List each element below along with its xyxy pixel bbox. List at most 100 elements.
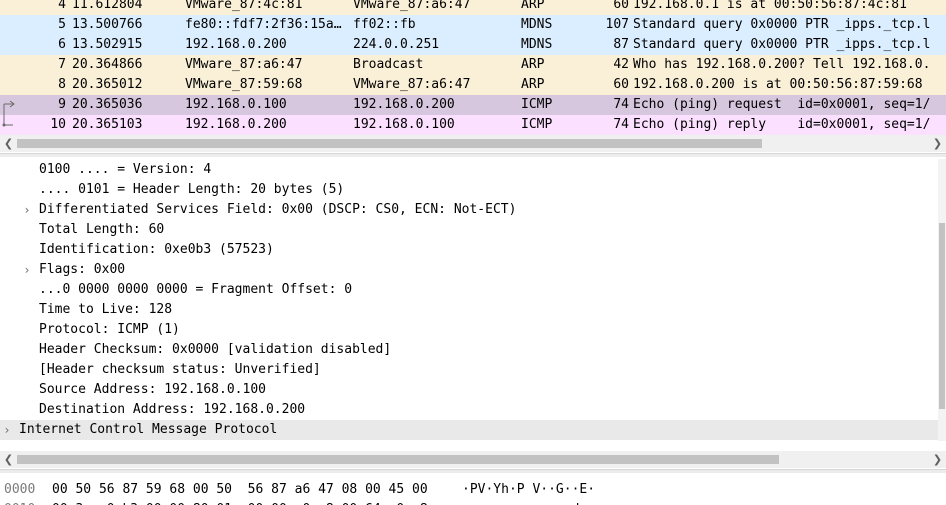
packet-time: 20.364866 (72, 57, 143, 72)
tree-item[interactable]: Destination Address: 192.168.0.200 (0, 400, 938, 420)
packet-destination: 192.168.0.100 (353, 117, 455, 132)
packet-length: 42 (613, 57, 629, 72)
packet-details-tree[interactable]: 0100 .... = Version: 4 .... 0101 = Header… (0, 159, 938, 441)
tree-item[interactable]: Total Length: 60 (0, 220, 938, 240)
packet-source: VMware_87:59:68 (185, 77, 303, 92)
packet-time: 20.365036 (72, 97, 143, 112)
packet-time: 11.612804 (72, 0, 143, 12)
packet-source: 192.168.0.200 (185, 117, 287, 132)
tree-item-label: Total Length: 60 (39, 222, 165, 237)
pane-splitter[interactable] (0, 469, 946, 473)
tree-item-label: Destination Address: 192.168.0.200 (39, 402, 306, 417)
chevron-left-icon[interactable]: ❮ (0, 135, 17, 152)
packet-time: 13.502915 (72, 37, 143, 52)
tree-item[interactable]: [Header checksum status: Unverified] (0, 360, 938, 380)
packet-protocol: ICMP (521, 97, 553, 112)
tree-item-label: Identification: 0xe0b3 (57523) (39, 242, 274, 257)
tree-item-label: Differentiated Services Field: 0x00 (DSC… (39, 202, 517, 217)
byte-ascii[interactable]: ·PV·Yh·P V··G··E· (462, 480, 595, 500)
tree-item[interactable]: .... 0101 = Header Length: 20 bytes (5) (0, 180, 938, 200)
chevron-left-icon[interactable]: ❮ (0, 451, 17, 468)
packet-row[interactable]: 6 13.502915 192.168.0.200 224.0.0.251 MDNS 87… (0, 35, 946, 55)
byte-hex[interactable]: 00 3c e0 b3 00 00 80 01 00 00 c0 a8 00 6… (52, 500, 428, 505)
packet-list[interactable]: 4 11.612804 VMware_87:4c:81 VMware_87:a6:47… (0, 0, 946, 135)
packet-info: 192.168.0.1 is at 00:50:56:87:4c:81 (633, 0, 907, 12)
packet-length: 74 (613, 117, 629, 132)
tree-item[interactable]: 0100 .... = Version: 4 (0, 160, 938, 180)
tree-item[interactable]: Time to Live: 128 (0, 300, 938, 320)
packet-destination: ff02::fb (353, 17, 416, 32)
scrollbar-thumb[interactable] (17, 455, 779, 464)
packet-info: 192.168.0.200 is at 00:50:56:87:59:68 (633, 77, 923, 92)
chevron-right-icon[interactable]: › (21, 260, 33, 280)
packet-protocol: ARP (521, 0, 545, 12)
packet-protocol: ICMP (521, 117, 553, 132)
chevron-right-icon[interactable]: › (21, 200, 33, 220)
packet-number: 5 (58, 17, 66, 32)
packet-source: fe80::fdf7:2f36:15a… (185, 17, 342, 32)
packet-row[interactable]: 5 13.500766 fe80::fdf7:2f36:15a… ff02::fb MD… (0, 15, 946, 35)
chevron-right-icon[interactable]: › (1, 420, 13, 440)
tree-item-label: .... 0101 = Header Length: 20 bytes (5) (39, 182, 345, 197)
packet-number: 4 (58, 0, 66, 12)
packet-source: 192.168.0.100 (185, 97, 287, 112)
packet-length: 87 (613, 37, 629, 52)
packet-row[interactable]: 4 11.612804 VMware_87:4c:81 VMware_87:a6:47… (0, 0, 946, 15)
packet-details-horizontal-scrollbar[interactable]: ❮ ❯ (0, 451, 946, 468)
packet-row[interactable]: 8 20.365012 VMware_87:59:68 VMware_87:a6:47… (0, 75, 946, 95)
packet-time: 13.500766 (72, 17, 143, 32)
tree-item[interactable]: Identification: 0xe0b3 (57523) (0, 240, 938, 260)
packet-destination: VMware_87:a6:47 (353, 77, 471, 92)
packet-row[interactable]: 7 20.364866 VMware_87:a6:47 Broadcast ARP 42 W… (0, 55, 946, 75)
tree-item-label: Time to Live: 128 (39, 302, 173, 317)
related-packet-icon (0, 115, 16, 135)
packet-protocol: ARP (521, 77, 545, 92)
packet-list-horizontal-scrollbar[interactable]: ❮ ❯ (0, 135, 946, 152)
tree-item-label: Header Checksum: 0x0000 [validation disa… (39, 342, 392, 357)
packet-number: 8 (58, 77, 66, 92)
packet-destination: Broadcast (353, 57, 424, 72)
packet-bytes[interactable]: 0000 00 50 56 87 59 68 00 50 56 87 a6 47 … (0, 476, 946, 505)
scrollbar-thumb[interactable] (939, 223, 945, 409)
packet-details-vertical-scrollbar[interactable] (938, 159, 946, 441)
pane-splitter[interactable] (0, 153, 946, 157)
byte-hex[interactable]: 00 50 56 87 59 68 00 50 56 87 a6 47 08 0… (52, 480, 428, 500)
related-packet-icon (0, 95, 16, 115)
packet-info: Standard query 0x0000 PTR _ipps._tcp.l (633, 17, 931, 32)
packet-info: Echo (ping) reply id=0x0001, seq=1/ (633, 117, 931, 132)
tree-item[interactable]: Source Address: 192.168.0.100 (0, 380, 938, 400)
tree-item-label: Internet Control Message Protocol (19, 422, 278, 437)
chevron-right-icon[interactable]: ❯ (929, 135, 946, 152)
scrollbar-thumb[interactable] (17, 139, 762, 148)
packet-row[interactable]: 9 20.365036 192.168.0.100 192.168.0.200 ICMP… (0, 95, 946, 115)
tree-item[interactable]: Header Checksum: 0x0000 [validation disa… (0, 340, 938, 360)
tree-item[interactable]: Protocol: ICMP (1) (0, 320, 938, 340)
tree-item-label: Flags: 0x00 (39, 262, 126, 277)
packet-row[interactable]: 10 20.365103 192.168.0.200 192.168.0.100 ICM… (0, 115, 946, 135)
packet-protocol: MDNS (521, 17, 553, 32)
bytes-row[interactable]: 0010 00 3c e0 b3 00 00 80 01 00 00 c0 a8 … (0, 500, 946, 505)
tree-item-label: Protocol: ICMP (1) (39, 322, 180, 337)
packet-protocol: ARP (521, 57, 545, 72)
bytes-row[interactable]: 0000 00 50 56 87 59 68 00 50 56 87 a6 47 … (0, 480, 946, 500)
chevron-right-icon[interactable]: ❯ (929, 451, 946, 468)
packet-length: 60 (613, 0, 629, 12)
byte-offset: 0000 (4, 482, 36, 497)
packet-length: 107 (605, 17, 629, 32)
packet-info: Standard query 0x0000 PTR _ipps._tcp.l (633, 37, 931, 52)
packet-destination: VMware_87:a6:47 (353, 0, 471, 12)
packet-protocol: MDNS (521, 37, 553, 52)
tree-item-expandable[interactable]: › Internet Control Message Protocol (0, 420, 938, 440)
byte-ascii[interactable]: ·<······ ·····d·· (462, 500, 595, 505)
packet-number: 6 (58, 37, 66, 52)
tree-item-expandable[interactable]: › Flags: 0x00 (0, 260, 938, 280)
packet-info: Echo (ping) request id=0x0001, seq=1/ (633, 97, 931, 112)
packet-destination: 192.168.0.200 (353, 97, 455, 112)
packet-number: 7 (58, 57, 66, 72)
packet-destination: 224.0.0.251 (353, 37, 440, 52)
tree-item-label: 0100 .... = Version: 4 (39, 162, 212, 177)
packet-length: 60 (613, 77, 629, 92)
tree-item[interactable]: ...0 0000 0000 0000 = Fragment Offset: 0 (0, 280, 938, 300)
packet-source: VMware_87:4c:81 (185, 0, 303, 12)
tree-item-expandable[interactable]: › Differentiated Services Field: 0x00 (DS… (0, 200, 938, 220)
